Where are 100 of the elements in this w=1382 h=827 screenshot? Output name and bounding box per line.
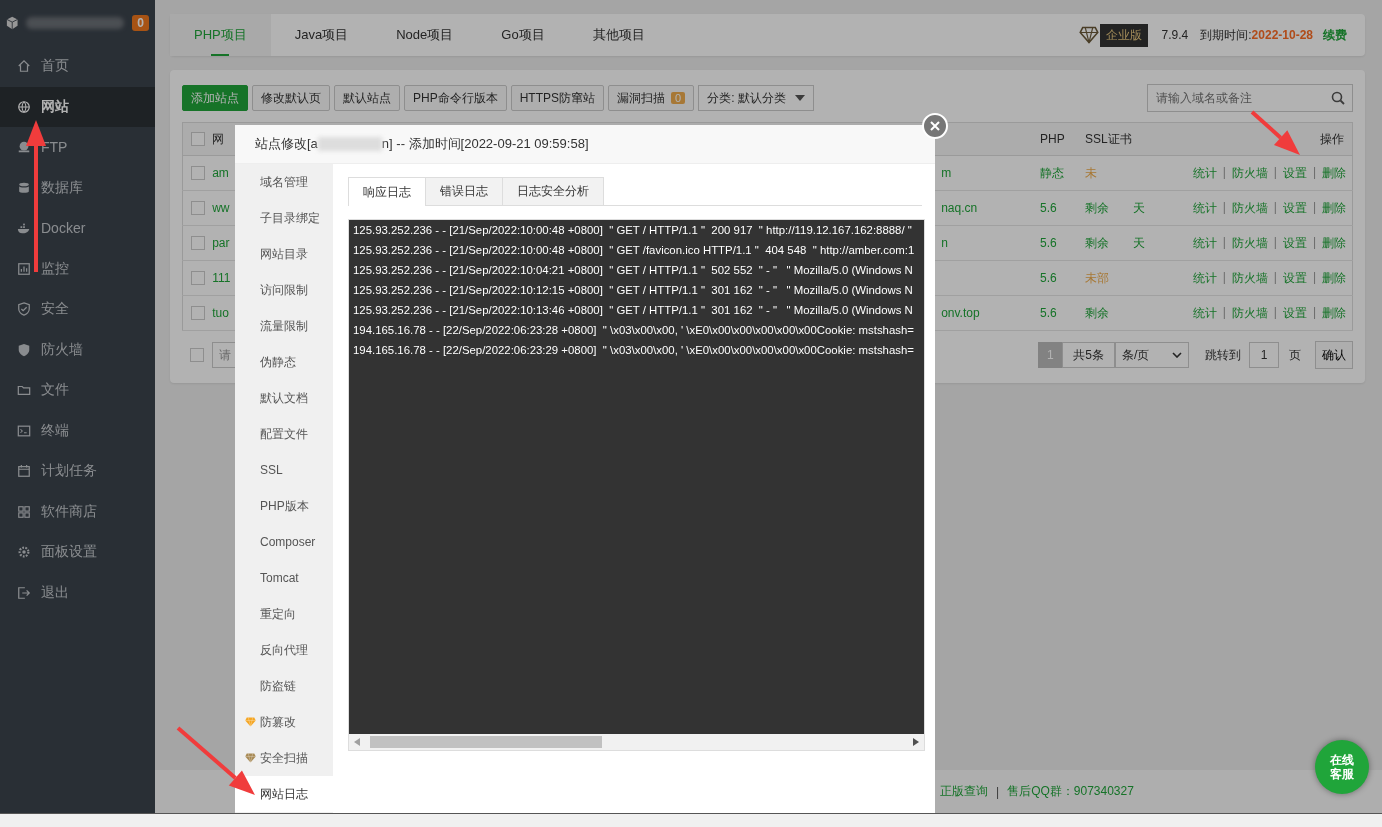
left-arrow-icon[interactable] <box>354 738 360 746</box>
dialog-nav-item[interactable]: 子目录绑定 <box>235 200 333 236</box>
checkbox[interactable] <box>190 348 204 362</box>
right-arrow-icon[interactable] <box>913 738 919 746</box>
checkbox[interactable] <box>191 166 205 181</box>
project-tab[interactable]: 其他项目 <box>568 14 669 56</box>
action-link[interactable]: 统计 <box>1192 234 1217 252</box>
dialog-nav-item[interactable]: 访问限制 <box>235 272 333 308</box>
sidebar-item[interactable]: 数据库 <box>0 167 155 208</box>
action-link[interactable]: 防火墙 <box>1231 164 1268 182</box>
site-name[interactable]: 111 <box>212 271 231 285</box>
dialog-nav-item[interactable]: 配置文件 <box>235 416 333 452</box>
sidebar-item[interactable]: 网站 <box>0 86 155 127</box>
action-link[interactable]: 统计 <box>1192 304 1217 322</box>
scrollbar[interactable] <box>349 734 924 750</box>
php-version[interactable]: 5.6 <box>1040 271 1057 285</box>
php-version[interactable]: 5.6 <box>1040 236 1057 250</box>
dialog-nav-item[interactable]: 安全扫描 <box>235 740 333 776</box>
dialog-nav-item[interactable]: 重定向 <box>235 596 333 632</box>
log-tab[interactable]: 日志安全分析 <box>502 177 604 205</box>
dialog-nav-item[interactable]: SSL <box>235 452 333 488</box>
ssl-status[interactable]: 天 <box>1133 200 1145 215</box>
toolbar-button[interactable]: 漏洞扫描 0 <box>608 85 695 111</box>
action-link[interactable]: 统计 <box>1192 164 1217 182</box>
checkbox[interactable] <box>191 271 205 286</box>
action-link[interactable]: 删除 <box>1322 164 1346 182</box>
category-select[interactable]: 分类: 默认分类 <box>698 85 815 111</box>
sidebar-item[interactable]: 文件 <box>0 370 155 411</box>
action-link[interactable]: 设置 <box>1282 269 1307 287</box>
scroll-thumb[interactable] <box>370 736 602 748</box>
project-tab[interactable]: Go项目 <box>477 14 569 56</box>
action-link[interactable]: 防火墙 <box>1231 269 1268 287</box>
php-version[interactable]: 5.6 <box>1040 201 1057 215</box>
dialog-nav-item[interactable]: Tomcat <box>235 560 333 596</box>
action-link[interactable]: 删除 <box>1322 234 1346 252</box>
action-link[interactable]: 统计 <box>1192 269 1217 287</box>
project-tab[interactable]: PHP项目 <box>170 14 271 56</box>
sidebar-item[interactable]: 安全 <box>0 289 155 330</box>
ssl-status[interactable]: 剩余 <box>1085 305 1109 320</box>
footer-link[interactable]: 正版查询 <box>940 783 988 800</box>
project-tab[interactable]: Java项目 <box>270 14 373 56</box>
checkbox[interactable] <box>191 201 205 216</box>
dialog-nav-item[interactable]: 默认文档 <box>235 380 333 416</box>
log-tab[interactable]: 响应日志 <box>348 177 426 206</box>
dialog-nav-item[interactable]: 流量限制 <box>235 308 333 344</box>
dialog-nav-item[interactable]: 伪静态 <box>235 344 333 380</box>
ssl-status[interactable]: 剩余 <box>1085 235 1109 250</box>
site-name[interactable]: ww <box>212 201 230 215</box>
checkbox[interactable] <box>191 306 205 321</box>
page-size-select[interactable]: 条/页 <box>1115 342 1189 368</box>
sidebar-item[interactable]: 监控 <box>0 248 155 289</box>
dialog-nav-item[interactable]: 反向代理 <box>235 632 333 668</box>
action-link[interactable]: 统计 <box>1192 199 1217 217</box>
php-version[interactable]: 5.6 <box>1040 306 1057 320</box>
dialog-nav-item[interactable]: PHP版本 <box>235 488 333 524</box>
log-tab[interactable]: 错误日志 <box>425 177 503 205</box>
site-name[interactable]: am <box>212 166 229 180</box>
dialog-nav-item[interactable]: 域名管理 <box>235 164 333 200</box>
dialog-nav-item[interactable]: 防篡改 <box>235 704 333 740</box>
action-link[interactable]: 设置 <box>1282 164 1307 182</box>
sidebar-item[interactable]: 首页 <box>0 46 155 87</box>
renew-link[interactable]: 续费 <box>1323 26 1347 44</box>
action-link[interactable]: 设置 <box>1282 234 1307 252</box>
action-link[interactable]: 防火墙 <box>1231 304 1268 322</box>
confirm-button[interactable]: 确认 <box>1315 341 1353 369</box>
sidebar-item[interactable]: 终端 <box>0 410 155 451</box>
chat-button[interactable]: 在线 客服 <box>1315 740 1369 794</box>
sidebar-item[interactable]: 防火墙 <box>0 329 155 370</box>
search-field[interactable]: 请输入域名或备注 <box>1147 84 1353 112</box>
action-link[interactable]: 删除 <box>1322 269 1346 287</box>
project-tab[interactable]: Node项目 <box>372 14 478 56</box>
separator: | <box>1222 269 1226 286</box>
dialog-nav-item[interactable]: 网站日志 <box>235 776 333 812</box>
page-input[interactable]: 1 <box>1249 342 1279 368</box>
sidebar-item[interactable]: 退出 <box>0 572 155 613</box>
dialog-nav-item[interactable]: Composer <box>235 524 333 560</box>
ssl-status[interactable]: 天 <box>1133 235 1145 250</box>
sidebar-item[interactable]: 计划任务 <box>0 451 155 492</box>
sidebar-item[interactable]: 软件商店 <box>0 491 155 532</box>
toolbar-button[interactable]: HTTPS防窜站 <box>510 85 605 111</box>
action-link[interactable]: 设置 <box>1282 304 1307 322</box>
checkbox[interactable] <box>191 236 205 251</box>
site-name[interactable]: par <box>212 236 230 250</box>
checkbox[interactable] <box>191 132 205 147</box>
sidebar-item[interactable]: 面板设置 <box>0 532 155 573</box>
ssl-status[interactable]: 剩余 <box>1085 200 1109 215</box>
toolbar-button[interactable]: 修改默认页 <box>252 85 330 111</box>
php-version[interactable]: 静态 <box>1040 165 1065 180</box>
toolbar-button[interactable]: PHP命令行版本 <box>404 85 507 111</box>
dialog-nav-item[interactable]: 网站目录 <box>235 236 333 272</box>
action-link[interactable]: 防火墙 <box>1231 199 1268 217</box>
toolbar-button[interactable]: 添加站点 <box>182 85 248 111</box>
action-link[interactable]: 删除 <box>1322 199 1346 217</box>
action-link[interactable]: 防火墙 <box>1231 234 1268 252</box>
dialog-nav-item[interactable]: 防盗链 <box>235 668 333 704</box>
site-name[interactable]: tuo <box>212 306 229 320</box>
toolbar-button[interactable]: 默认站点 <box>334 85 400 111</box>
action-link[interactable]: 设置 <box>1282 199 1307 217</box>
action-link[interactable]: 删除 <box>1322 304 1346 322</box>
sidebar-item[interactable]: Docker <box>0 208 155 249</box>
